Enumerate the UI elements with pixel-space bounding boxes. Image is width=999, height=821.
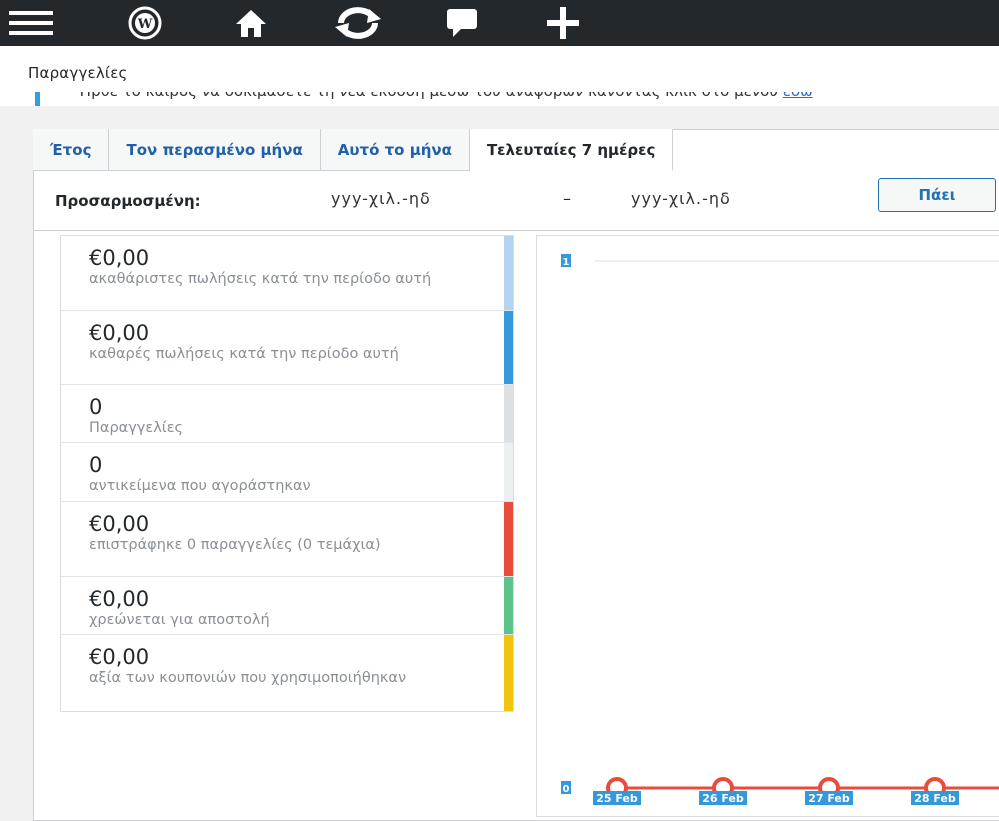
legend-label: αξία των κουπονιών που χρησιμοποιήθηκαν — [89, 670, 407, 686]
tab-last-month[interactable]: Τον περασμένο μήνα — [109, 129, 321, 171]
date-to-input[interactable]: yyy-χιλ.-ηδ — [631, 189, 731, 208]
date-range-dash: – — [563, 189, 571, 208]
legend-amount: 0 — [89, 453, 103, 477]
notice-link[interactable]: εδώ — [783, 92, 813, 100]
go-button[interactable]: Πάει — [878, 178, 996, 212]
chart-canvas: 0 1 25 Feb 26 Feb 27 Feb 28 Feb — [561, 254, 999, 805]
admin-toolbar: W — [0, 0, 999, 46]
legend-label: επιστράφηκε 0 παραγγελίες (0 τεμάχια) — [89, 537, 381, 553]
legend-amount: €0,00 — [89, 645, 150, 669]
home-icon[interactable] — [228, 6, 274, 40]
legend-item-gross-sales[interactable]: €0,00 ακαθάριστες πωλήσεις κατά την περί… — [61, 236, 513, 311]
x-tick-label: 28 Feb — [914, 792, 956, 805]
legend-color-strip — [504, 311, 513, 384]
legend-label: καθαρές πωλήσεις κατά την περίοδο αυτή — [89, 346, 399, 362]
refresh-icon[interactable] — [330, 6, 386, 40]
comment-icon[interactable] — [440, 6, 484, 40]
legend-item-shipping[interactable]: €0,00 χρεώνεται για αποστολή — [61, 577, 513, 635]
date-from-input[interactable]: yyy-χιλ.-ηδ — [331, 189, 431, 208]
wordpress-icon[interactable]: W — [120, 6, 170, 40]
page-title: Παραγγελίες — [28, 64, 128, 82]
x-tick-label: 25 Feb — [596, 792, 638, 805]
legend-amount: €0,00 — [89, 246, 150, 270]
y-tick-label: 1 — [563, 257, 570, 268]
plus-icon[interactable] — [540, 6, 586, 40]
legend-label: Παραγγελίες — [89, 420, 184, 436]
legend-item-net-sales[interactable]: €0,00 καθαρές πωλήσεις κατά την περίοδο … — [61, 311, 513, 385]
custom-range-bar: Προσαρμοσμένη: yyy-χιλ.-ηδ – yyy-χιλ.-ηδ… — [33, 172, 999, 231]
legend-amount: €0,00 — [89, 512, 150, 536]
svg-text:W: W — [137, 17, 153, 32]
tab-last-7-days[interactable]: Τελευταίες 7 ημέρες — [469, 129, 674, 171]
legend-amount: 0 — [89, 395, 103, 419]
legend-amount: €0,00 — [89, 321, 150, 345]
legend-color-strip — [504, 443, 513, 501]
notice-accent-bar — [35, 92, 40, 106]
range-tabs: Έτος Τον περασμένο μήνα Αυτό το μήνα Τελ… — [33, 129, 674, 171]
legend-item-orders[interactable]: 0 Παραγγελίες — [61, 385, 513, 443]
legend-label: αντικείμενα που αγοράστηκαν — [89, 478, 311, 494]
sales-chart: 0 1 25 Feb 26 Feb 27 Feb 28 Feb — [536, 235, 999, 817]
page-header: Παραγγελίες — [0, 46, 999, 92]
summary-legend: €0,00 ακαθάριστες πωλήσεις κατά την περί… — [60, 235, 514, 712]
legend-color-strip — [504, 502, 513, 576]
legend-color-strip — [504, 236, 513, 310]
x-tick-label: 27 Feb — [808, 792, 850, 805]
x-tick-label: 26 Feb — [702, 792, 744, 805]
legend-item-items-purchased[interactable]: 0 αντικείμενα που αγοράστηκαν — [61, 443, 513, 502]
tab-this-month[interactable]: Αυτό το μήνα — [320, 129, 470, 171]
legend-item-refunds[interactable]: €0,00 επιστράφηκε 0 παραγγελίες (0 τεμάχ… — [61, 502, 513, 577]
legend-amount: €0,00 — [89, 587, 150, 611]
legend-color-strip — [504, 635, 513, 711]
menu-icon[interactable] — [6, 6, 56, 40]
notice-message: Ήρθε το καιρός να δοκιμάσετε τη νέα έκδο… — [78, 92, 783, 100]
tab-year[interactable]: Έτος — [33, 129, 110, 171]
custom-range-label: Προσαρμοσμένη: — [55, 192, 201, 210]
legend-color-strip — [504, 385, 513, 442]
notice-banner: Ήρθε το καιρός να δοκιμάσετε τη νέα έκδο… — [0, 92, 999, 106]
y-tick-label: 0 — [563, 784, 570, 795]
legend-label: χρεώνεται για αποστολή — [89, 612, 270, 628]
legend-color-strip — [504, 577, 513, 634]
legend-label: ακαθάριστες πωλήσεις κατά την περίοδο αυ… — [89, 271, 432, 287]
notice-text: Ήρθε το καιρός να δοκιμάσετε τη νέα έκδο… — [78, 92, 813, 100]
legend-item-coupons[interactable]: €0,00 αξία των κουπονιών που χρησιμοποιή… — [61, 635, 513, 711]
